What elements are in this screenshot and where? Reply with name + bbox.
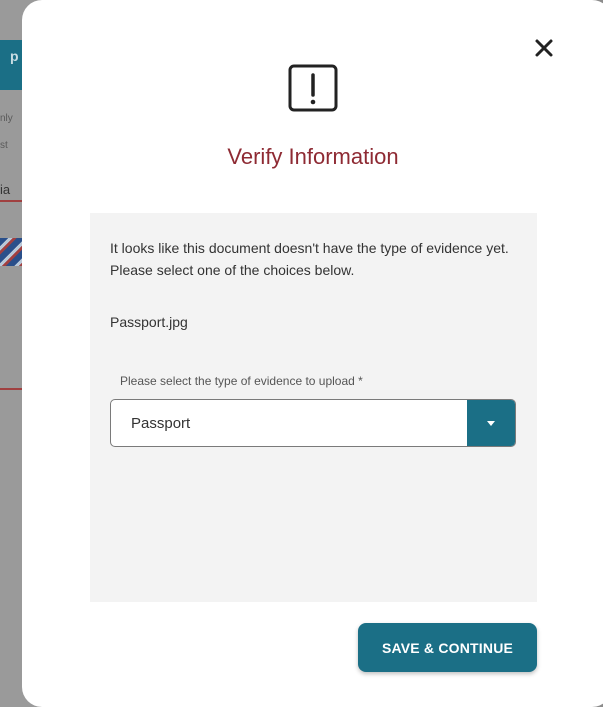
close-button[interactable] [532,36,556,60]
background-text-2: st [0,140,8,151]
evidence-type-select[interactable]: Passport [110,399,516,447]
close-icon [535,39,553,57]
dialog-title: Verify Information [227,144,399,169]
evidence-type-value: Passport [131,415,191,432]
verify-dialog: Verify Information It looks like this do… [22,0,603,707]
evidence-type-label: Please select the type of evidence to up… [120,374,363,388]
exclamation-square-icon [288,64,338,112]
info-message: It looks like this document doesn't have… [110,240,509,278]
background-text-1: nly [0,113,13,124]
file-name: Passport.jpg [110,314,188,330]
save-continue-button[interactable]: SAVE & CONTINUE [358,623,537,672]
select-dropdown-button[interactable] [467,400,515,446]
content-panel: It looks like this document doesn't have… [90,213,537,602]
caret-down-icon [487,421,495,426]
background-tab-label: p [10,48,19,64]
background-text-3: ia [0,182,11,197]
background-stripe [0,238,24,266]
background-rule [0,388,24,390]
background-underline [0,200,24,202]
